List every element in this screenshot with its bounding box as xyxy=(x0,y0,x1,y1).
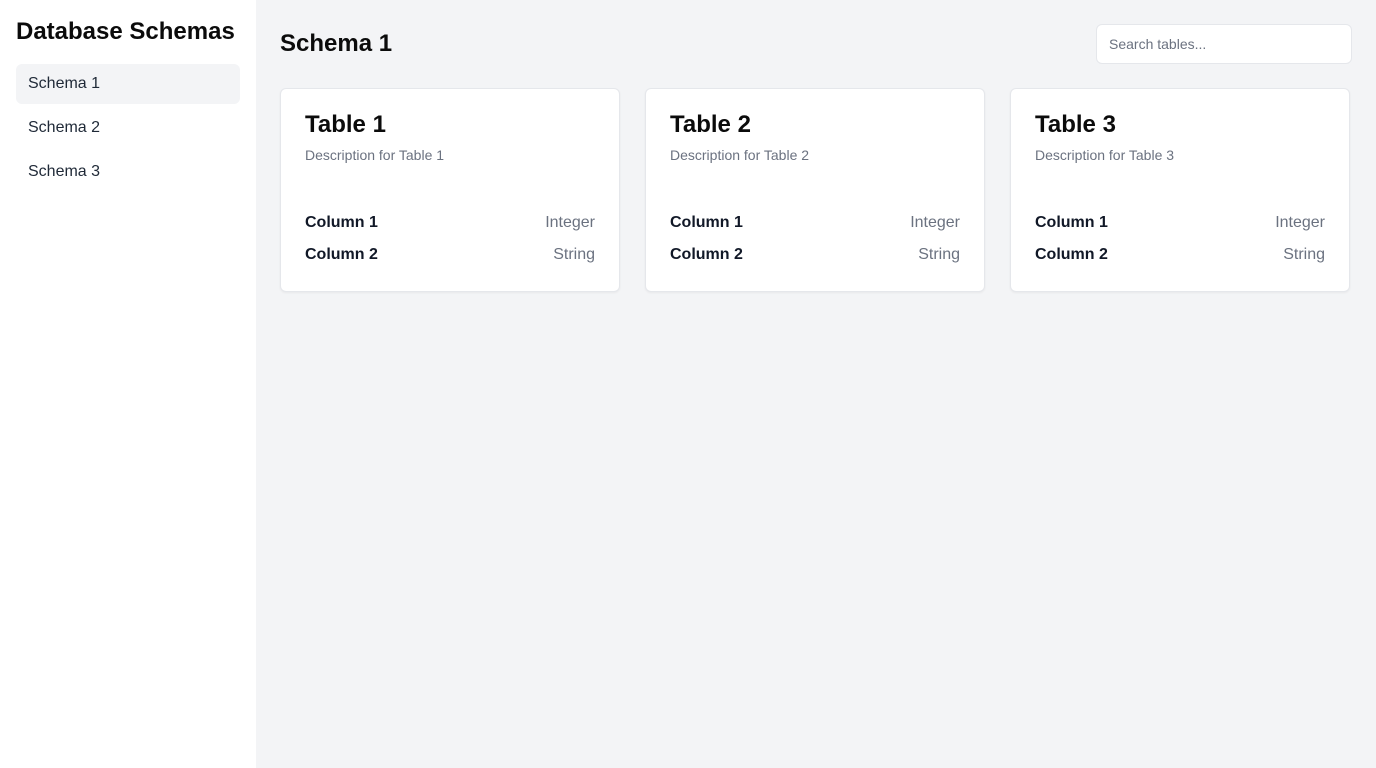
sidebar: Database Schemas Schema 1 Schema 2 Schem… xyxy=(0,0,256,768)
column-type: String xyxy=(553,246,595,263)
column-type: Integer xyxy=(910,214,960,231)
column-row: Column 1 Integer xyxy=(1035,207,1325,239)
sidebar-item-schema-3[interactable]: Schema 3 xyxy=(16,152,240,192)
column-row: Column 2 String xyxy=(1035,239,1325,271)
table-card[interactable]: Table 2 Description for Table 2 Column 1… xyxy=(645,88,985,292)
column-list: Column 1 Integer Column 2 String xyxy=(1035,207,1325,271)
table-description: Description for Table 2 xyxy=(670,147,810,163)
column-name: Column 2 xyxy=(305,246,378,263)
column-row: Column 1 Integer xyxy=(305,207,595,239)
column-name: Column 2 xyxy=(670,246,743,263)
column-row: Column 1 Integer xyxy=(670,207,960,239)
sidebar-title: Database Schemas xyxy=(16,18,235,45)
table-description: Description for Table 1 xyxy=(305,147,445,163)
page-title: Schema 1 xyxy=(280,30,393,57)
main-content: Schema 1 Table 1 Description for Table 1… xyxy=(256,0,1376,768)
table-cards: Table 1 Description for Table 1 Column 1… xyxy=(280,88,1352,292)
search-input[interactable] xyxy=(1096,24,1352,64)
column-type: String xyxy=(918,246,960,263)
table-card[interactable]: Table 3 Description for Table 3 Column 1… xyxy=(1010,88,1350,292)
column-row: Column 2 String xyxy=(305,239,595,271)
column-type: String xyxy=(1283,246,1325,263)
sidebar-item-schema-2[interactable]: Schema 2 xyxy=(16,108,240,148)
table-card[interactable]: Table 1 Description for Table 1 Column 1… xyxy=(280,88,620,292)
column-row: Column 2 String xyxy=(670,239,960,271)
column-type: Integer xyxy=(545,214,595,231)
table-description: Description for Table 3 xyxy=(1035,147,1175,163)
column-name: Column 2 xyxy=(1035,246,1108,263)
column-name: Column 1 xyxy=(305,214,378,231)
sidebar-item-schema-1[interactable]: Schema 1 xyxy=(16,64,240,104)
page-header: Schema 1 xyxy=(280,24,1352,64)
column-type: Integer xyxy=(1275,214,1325,231)
schema-nav: Schema 1 Schema 2 Schema 3 xyxy=(16,64,240,192)
table-title: Table 2 xyxy=(670,111,751,138)
table-title: Table 1 xyxy=(305,111,386,138)
column-list: Column 1 Integer Column 2 String xyxy=(670,207,960,271)
column-list: Column 1 Integer Column 2 String xyxy=(305,207,595,271)
column-name: Column 1 xyxy=(670,214,743,231)
app: Database Schemas Schema 1 Schema 2 Schem… xyxy=(0,0,1376,768)
table-title: Table 3 xyxy=(1035,111,1116,138)
column-name: Column 1 xyxy=(1035,214,1108,231)
